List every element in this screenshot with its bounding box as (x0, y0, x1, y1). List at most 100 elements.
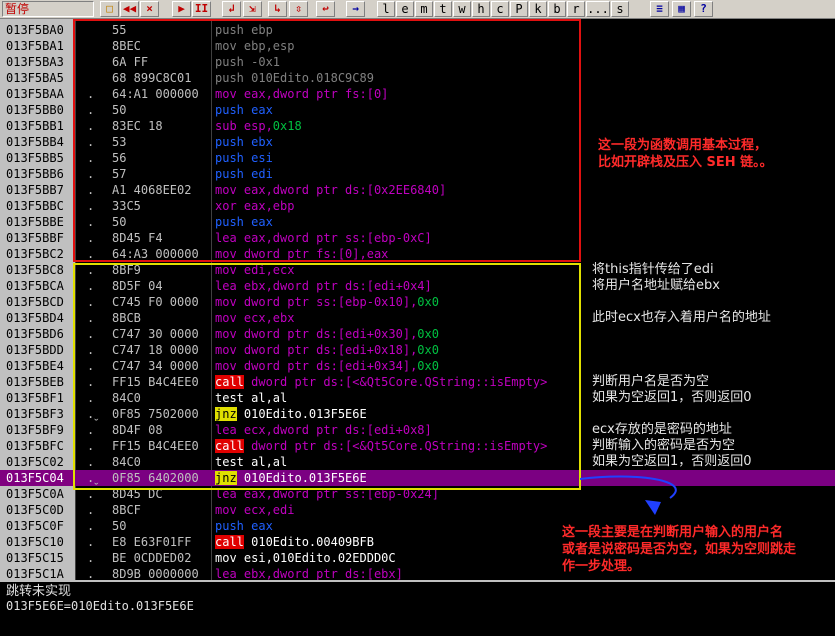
list-button[interactable]: ≡ (650, 1, 669, 17)
disasm-row[interactable]: 013F5BD6. C747 30 0000 mov dword ptr ds:[e… (0, 326, 835, 342)
hex-bytes: 8D45 DC (112, 487, 163, 501)
jump-status-text: 跳转未实现 (6, 584, 72, 599)
instruction-part: sub esp, (215, 119, 273, 133)
disasm-row[interactable]: 013F5BA3 6A FF push -0x1 (0, 54, 835, 70)
instruction-part: 010Edito.00409BFB (243, 535, 374, 549)
instruction-part: test al,al (215, 391, 288, 405)
flow-marker: . (87, 455, 95, 469)
trace-into-button[interactable]: ↳ (268, 1, 287, 17)
instruction-part: mov dword ptr fs:[0],eax (215, 247, 389, 261)
window-button-more[interactable]: ... (586, 1, 610, 17)
disasm-row[interactable]: 013F5BFC. FF15 B4C4EE0 call dword ptr ds:[… (0, 438, 835, 454)
disasm-row[interactable]: 013F5BD4. 8BCB mov ecx,ebx 此时ecx也存入着用户名的地址 (0, 310, 835, 326)
disasm-row[interactable]: 013F5BCA. 8D5F 04 lea ebx,dword ptr ds:[ed… (0, 278, 835, 294)
list-icon: ≡ (656, 2, 663, 15)
disasm-row[interactable]: 013F5BBF. 8D45 F4 lea eax,dword ptr ss:[eb… (0, 230, 835, 246)
comment: 此时ecx也存入着用户名的地址 (592, 310, 771, 325)
address: 013F5BB0 (6, 103, 64, 117)
flow-marker: . (87, 167, 95, 181)
flow-marker: . (87, 551, 95, 565)
window-button-k[interactable]: k (529, 1, 547, 17)
disasm-row[interactable]: 013F5C02. 84C0 test al,al 如果为空返回1，否则返回0 (0, 454, 835, 470)
grid-button[interactable]: ▦ (672, 1, 691, 17)
flow-marker: . (87, 359, 95, 373)
flow-marker: . (87, 247, 95, 261)
rewind-button[interactable]: ◀◀ (120, 1, 139, 17)
instruction: test al,al (215, 390, 581, 406)
window-button-h[interactable]: h (472, 1, 490, 17)
instruction: mov edi,ecx (215, 262, 581, 278)
window-button-e[interactable]: e (396, 1, 414, 17)
help-button[interactable]: ? (694, 1, 713, 17)
instruction: call dword ptr ds:[<&Qt5Core.QString::is… (215, 438, 581, 454)
window-button-P[interactable]: P (510, 1, 528, 17)
instruction: mov dword ptr ds:[edi+0x18],0x0 (215, 342, 581, 358)
instruction-part: mov dword ptr ss:[ebp-0x10], (215, 295, 418, 309)
instruction-part: push -0x1 (215, 55, 281, 69)
window-button-s[interactable]: s (611, 1, 629, 17)
window-button-w[interactable]: w (453, 1, 471, 17)
disasm-row[interactable]: 013F5BB1. 83EC 18 sub esp,0x18 (0, 118, 835, 134)
disasm-row[interactable]: 013F5BF3 .ˬ 0F85 7502000 jnz 010Edito.013F5… (0, 406, 835, 422)
instruction: push 010Edito.018C9C89 (215, 70, 581, 86)
disasm-row[interactable]: 013F5BA0 55 push ebp (0, 22, 835, 38)
window-button-t[interactable]: t (434, 1, 452, 17)
window-button-m[interactable]: m (415, 1, 433, 17)
flow-marker: . (87, 423, 95, 437)
disasm-row[interactable]: 013F5C0D. 8BCF mov ecx,edi (0, 502, 835, 518)
window-button-b[interactable]: b (548, 1, 566, 17)
step-into-button[interactable]: ↲ (222, 1, 241, 17)
disasm-row[interactable]: 013F5BB0. 50 push eax (0, 102, 835, 118)
window-button-r[interactable]: r (567, 1, 585, 17)
address: 013F5C0F (6, 519, 64, 533)
execute-till-return-button[interactable]: ↩ (316, 1, 335, 17)
disasm-row[interactable]: 013F5C04 .ˬ 0F85 6402000 jnz 010Edito.013F5… (0, 470, 835, 486)
close-button[interactable]: × (140, 1, 159, 17)
disasm-row[interactable]: 013F5C0A. 8D45 DC lea eax,dword ptr ss:[eb… (0, 486, 835, 502)
address: 013F5C04 (6, 471, 64, 485)
instruction-part: push ebp (215, 23, 273, 37)
disasm-row[interactable]: 013F5BC8. 8BF9 mov edi,ecx 将this指针传给了edi (0, 262, 835, 278)
goto-button[interactable]: → (346, 1, 365, 17)
flow-marker: . (87, 503, 95, 517)
address: 013F5BB5 (6, 151, 64, 165)
window-button-c[interactable]: c (491, 1, 509, 17)
disasm-row[interactable]: 013F5BBE. 50 push eax (0, 214, 835, 230)
close-icon: × (146, 2, 153, 15)
disasm-row[interactable]: 013F5BAA. 64:A1 000000 mov eax,dword ptr f… (0, 86, 835, 102)
open-folder-icon: □ (106, 2, 113, 15)
instruction: jnz 010Edito.013F5E6E (215, 406, 581, 422)
trace-into-icon: ↳ (274, 2, 281, 15)
step-over-button[interactable]: ⇲ (243, 1, 262, 17)
disasm-row[interactable]: 013F5BBC. 33C5 xor eax,ebp (0, 198, 835, 214)
disasm-row[interactable]: 013F5BF9. 8D4F 08 lea ecx,dword ptr ds:[ed… (0, 422, 835, 438)
instruction-part: push ebx (215, 135, 273, 149)
flow-marker: . (87, 183, 95, 197)
disasm-row[interactable]: 013F5BCD. C745 F0 0000 mov dword ptr ss:[e… (0, 294, 835, 310)
disasm-row[interactable]: 013F5BF1. 84C0 test al,al 如果为空返回1，否则返回0 (0, 390, 835, 406)
step-over-icon: ⇲ (249, 2, 256, 15)
disasm-row[interactable]: 013F5BA1 8BEC mov ebp,esp (0, 38, 835, 54)
flow-marker: . (87, 151, 95, 165)
pause-button[interactable]: II (192, 1, 211, 17)
instruction-part: mov edi,ecx (215, 263, 295, 277)
flow-marker: . (87, 487, 95, 501)
window-button-l[interactable]: l (377, 1, 395, 17)
pause-icon: II (194, 2, 209, 15)
disasm-row[interactable]: 013F5BE4. C747 34 0000 mov dword ptr ds:[e… (0, 358, 835, 374)
disasm-row[interactable]: 013F5BB7. A1 4068EE02 mov eax,dword ptr ds… (0, 182, 835, 198)
open-folder-button[interactable]: □ (100, 1, 119, 17)
hex-bytes: 50 (112, 103, 127, 117)
hex-bytes: 57 (112, 167, 127, 181)
comment: 如果为空返回1，否则返回0 (592, 454, 752, 469)
disasm-row[interactable]: 013F5BA5 68 899C8C01 push 010Edito.018C9C8… (0, 70, 835, 86)
address: 013F5BA5 (6, 71, 64, 85)
disasm-row[interactable]: 013F5BEB. FF15 B4C4EE0 call dword ptr ds:[… (0, 374, 835, 390)
disasm-row[interactable]: 013F5BC2. 64:A3 000000 mov dword ptr fs:[0… (0, 246, 835, 262)
instruction-part: mov ebp,esp (215, 39, 295, 53)
disasm-row[interactable]: 013F5BDD. C747 18 0000 mov dword ptr ds:[e… (0, 342, 835, 358)
flow-marker: . (87, 391, 95, 405)
run-button[interactable]: ▶ (172, 1, 191, 17)
trace-over-button[interactable]: ⇳ (289, 1, 308, 17)
hex-bytes: 50 (112, 519, 127, 533)
